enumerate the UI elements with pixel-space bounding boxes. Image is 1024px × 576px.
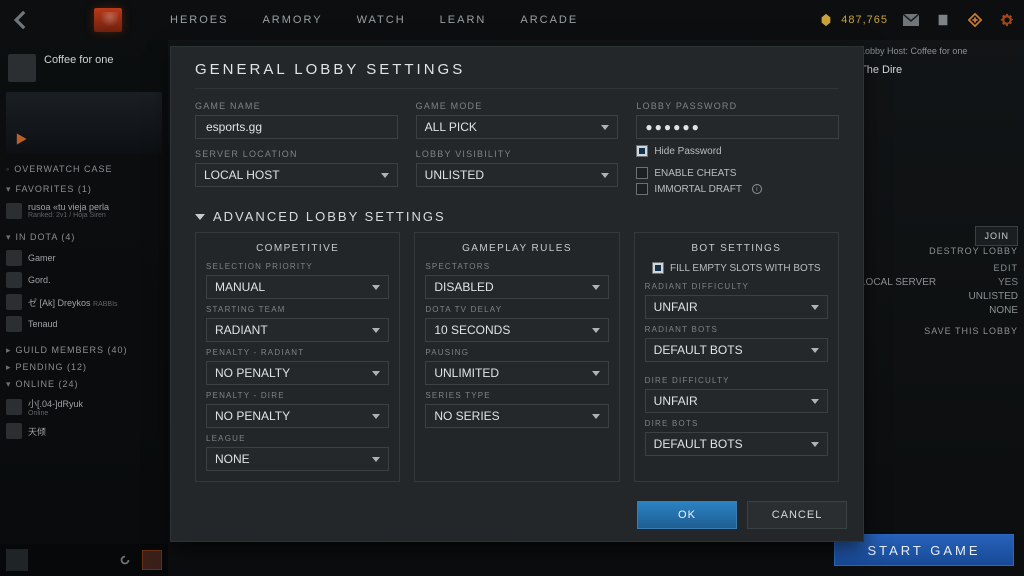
play-icon <box>12 130 30 148</box>
online-section[interactable]: ▾ONLINE (24) <box>6 379 162 390</box>
enable-cheats-checkbox[interactable]: ENABLE CHEATS <box>636 167 839 179</box>
lobby-password-input[interactable]: ●●●●●● <box>636 115 839 139</box>
bots-card: BOT SETTINGS FILL EMPTY SLOTS WITH BOTS … <box>634 232 839 482</box>
party-bar <box>0 544 168 576</box>
lobby-host-label: Lobby Host: Coffee for one <box>860 46 1018 56</box>
advanced-toggle[interactable]: ADVANCED LOBBY SETTINGS <box>195 209 839 224</box>
armory-icon[interactable] <box>934 11 952 29</box>
game-name-label: GAME NAME <box>195 101 398 111</box>
penalty-dire-select[interactable]: NO PENALTY <box>206 404 389 428</box>
gameplay-card: GAMEPLAY RULES SPECTATORS DISABLED DOTA … <box>414 232 619 482</box>
friend-item[interactable]: ゼ [Ak] Dreykos RABBIs <box>6 291 162 313</box>
pausing-select[interactable]: UNLIMITED <box>425 361 608 385</box>
party-slot[interactable] <box>142 550 162 570</box>
nav-learn[interactable]: LEARN <box>440 14 487 26</box>
radiant-difficulty-select[interactable]: UNFAIR <box>645 295 828 319</box>
nav-arcade[interactable]: ARCADE <box>520 14 578 26</box>
last-match-panel[interactable] <box>6 92 162 154</box>
friend-item[interactable]: 小[.04-]dRyukOnline <box>6 394 162 420</box>
shards-count[interactable]: 487,765 <box>817 11 888 29</box>
penalty-radiant-select[interactable]: NO PENALTY <box>206 361 389 385</box>
game-mode-select[interactable]: ALL PICK <box>416 115 619 139</box>
selection-priority-select[interactable]: MANUAL <box>206 275 389 299</box>
guild-section[interactable]: ▸GUILD MEMBERS (40) <box>6 345 162 356</box>
edit-button[interactable]: EDIT <box>993 263 1018 273</box>
friends-sidebar: Coffee for one ◦OVERWATCH CASE ▾FAVORITE… <box>0 40 168 576</box>
save-lobby-button[interactable]: SAVE THIS LOBBY <box>924 326 1018 336</box>
favorites-section[interactable]: ▾FAVORITES (1) <box>6 184 162 195</box>
fill-bots-checkbox[interactable]: FILL EMPTY SLOTS WITH BOTS <box>645 262 828 274</box>
cancel-button[interactable]: CANCEL <box>747 501 847 529</box>
dota-tv-select[interactable]: 10 SECONDS <box>425 318 608 342</box>
destroy-lobby-button[interactable]: DESTROY LOBBY <box>929 246 1018 256</box>
lobby-visibility-select[interactable]: UNLISTED <box>416 163 619 187</box>
chevron-down-icon <box>195 214 205 220</box>
hide-password-checkbox[interactable]: Hide Password <box>636 145 839 157</box>
nav-armory[interactable]: ARMORY <box>262 14 322 26</box>
friend-item[interactable]: 天倾 <box>6 420 162 442</box>
radiant-bots-select[interactable]: DEFAULT BOTS <box>645 338 828 362</box>
friend-item[interactable]: rusoa «tu vieja perlaRanked: 2v1 / Hoja … <box>6 199 162 222</box>
avatar <box>8 54 36 82</box>
friend-item[interactable]: Tenaud <box>6 313 162 335</box>
gameplay-title: GAMEPLAY RULES <box>425 243 608 254</box>
lobby-password-label: LOBBY PASSWORD <box>636 101 839 111</box>
overwatch-section[interactable]: ◦OVERWATCH CASE <box>6 164 162 174</box>
the-dire-heading: The Dire <box>860 64 1018 76</box>
profile-name: Coffee for one <box>44 54 114 66</box>
join-button[interactable]: JOIN <box>975 226 1018 246</box>
spectators-select[interactable]: DISABLED <box>425 275 608 299</box>
refresh-icon[interactable] <box>116 551 134 569</box>
server-location-label: SERVER LOCATION <box>195 149 398 159</box>
mail-icon[interactable] <box>902 11 920 29</box>
competitive-title: COMPETITIVE <box>206 243 389 254</box>
series-type-select[interactable]: NO SERIES <box>425 404 608 428</box>
top-nav: HEROES ARMORY WATCH LEARN ARCADE 487,765 <box>0 0 1024 40</box>
pending-section[interactable]: ▸PENDING (12) <box>6 362 162 373</box>
nav-heroes[interactable]: HEROES <box>170 14 228 26</box>
main-nav: HEROES ARMORY WATCH LEARN ARCADE <box>170 14 578 26</box>
competitive-card: COMPETITIVE SELECTION PRIORITY MANUAL ST… <box>195 232 400 482</box>
ok-button[interactable]: OK <box>637 501 737 529</box>
league-select[interactable]: NONE <box>206 447 389 471</box>
dire-bots-select[interactable]: DEFAULT BOTS <box>645 432 828 456</box>
settings-icon[interactable] <box>998 11 1016 29</box>
lobby-visibility-label: LOBBY VISIBILITY <box>416 149 619 159</box>
dire-difficulty-select[interactable]: UNFAIR <box>645 389 828 413</box>
info-icon[interactable]: i <box>752 184 762 194</box>
lobby-settings-modal: GENERAL LOBBY SETTINGS GAME NAME SERVER … <box>170 46 864 542</box>
immortal-draft-checkbox[interactable]: IMMORTAL DRAFTi <box>636 183 839 195</box>
server-location-select[interactable]: LOCAL HOST <box>195 163 398 187</box>
lobby-info: Lobby Host: Coffee for one The Dire JOIN… <box>854 40 1024 576</box>
party-avatar[interactable] <box>6 549 28 571</box>
modal-title: GENERAL LOBBY SETTINGS <box>195 61 839 78</box>
game-mode-label: GAME MODE <box>416 101 619 111</box>
bots-title: BOT SETTINGS <box>645 243 828 254</box>
friend-item[interactable]: Gamer <box>6 247 162 269</box>
profile-card[interactable]: Coffee for one <box>8 54 160 82</box>
back-button[interactable] <box>8 7 34 33</box>
dota-plus-icon[interactable] <box>966 11 984 29</box>
friend-item[interactable]: Gord. <box>6 269 162 291</box>
in-dota-section[interactable]: ▾IN DOTA (4) <box>6 232 162 243</box>
game-name-input[interactable] <box>195 115 398 139</box>
dota-logo-icon[interactable] <box>94 8 122 32</box>
shard-icon <box>817 11 835 29</box>
nav-watch[interactable]: WATCH <box>357 14 406 26</box>
starting-team-select[interactable]: RADIANT <box>206 318 389 342</box>
